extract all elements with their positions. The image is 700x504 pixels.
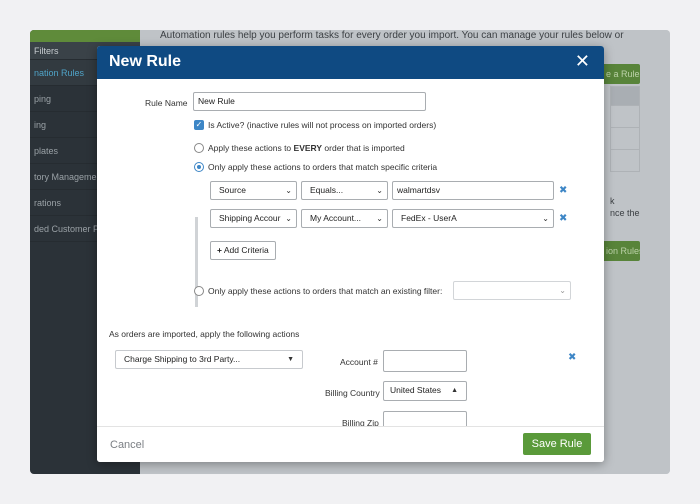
modal-title: New Rule xyxy=(109,53,182,70)
is-active-label: Is Active? (inactive rules will not proc… xyxy=(208,120,437,130)
criteria-2-operator-select[interactable]: My Account... ⌄ xyxy=(301,209,388,228)
remove-action-icon[interactable]: ✖ xyxy=(568,352,576,363)
modal-footer: Cancel Save Rule xyxy=(97,426,604,462)
side-text-2: nce the xyxy=(610,208,640,218)
billing-country-label: Billing Country xyxy=(325,388,380,398)
plus-icon: + xyxy=(217,245,222,255)
existing-filter-select[interactable]: ⌄ xyxy=(453,281,571,300)
close-icon[interactable]: ✕ xyxy=(575,51,590,71)
create-rule-button[interactable]: e a Rule xyxy=(600,64,640,84)
is-active-checkbox[interactable]: ✓ xyxy=(194,120,204,130)
rule-name-label: Rule Name xyxy=(145,98,188,108)
radio-every-order-label: Apply these actions to EVERY order that … xyxy=(208,143,405,153)
billing-zip-input[interactable] xyxy=(383,411,467,426)
side-text-1: k xyxy=(610,196,615,206)
action-select[interactable]: Charge Shipping to 3rd Party... ▼ xyxy=(115,350,303,369)
billing-zip-label: Billing Zip xyxy=(342,418,379,426)
sidebar-header xyxy=(30,30,140,42)
save-rule-button[interactable]: Save Rule xyxy=(523,433,591,455)
remove-criteria-1-icon[interactable]: ✖ xyxy=(559,185,567,196)
modal-header: New Rule ✕ xyxy=(97,46,604,79)
new-rule-modal: New Rule ✕ Rule Name New Rule ✓ Is Activ… xyxy=(97,46,604,462)
cancel-button[interactable]: Cancel xyxy=(110,439,144,451)
criteria-1-field-select[interactable]: Source ⌄ xyxy=(210,181,297,200)
account-number-label: Account # xyxy=(340,357,378,367)
remove-criteria-2-icon[interactable]: ✖ xyxy=(559,213,567,224)
modal-body: Rule Name New Rule ✓ Is Active? (inactiv… xyxy=(97,79,604,426)
radio-existing-filter[interactable] xyxy=(194,286,204,296)
add-criteria-button[interactable]: + Add Criteria xyxy=(210,241,276,260)
radio-specific-criteria[interactable] xyxy=(194,162,204,172)
billing-country-select[interactable]: United States ▲ xyxy=(383,381,467,401)
radio-specific-criteria-label: Only apply these actions to orders that … xyxy=(208,162,438,172)
actions-heading: As orders are imported, apply the follow… xyxy=(109,329,300,339)
run-rules-button[interactable]: ion Rules xyxy=(600,241,640,261)
intro-text: Automation rules help you perform tasks … xyxy=(160,30,624,41)
account-number-input[interactable] xyxy=(383,350,467,372)
rules-table xyxy=(610,86,640,172)
criteria-2-value-select[interactable]: FedEx - UserA ⌄ xyxy=(392,209,554,228)
radio-every-order[interactable] xyxy=(194,143,204,153)
rule-name-input[interactable]: New Rule xyxy=(193,92,426,111)
radio-existing-filter-label: Only apply these actions to orders that … xyxy=(208,286,443,296)
criteria-1-value-input[interactable]: walmartdsv xyxy=(392,181,554,200)
criteria-1-operator-select[interactable]: Equals... ⌄ xyxy=(301,181,388,200)
criteria-2-field-select[interactable]: Shipping Accour ⌄ xyxy=(210,209,297,228)
